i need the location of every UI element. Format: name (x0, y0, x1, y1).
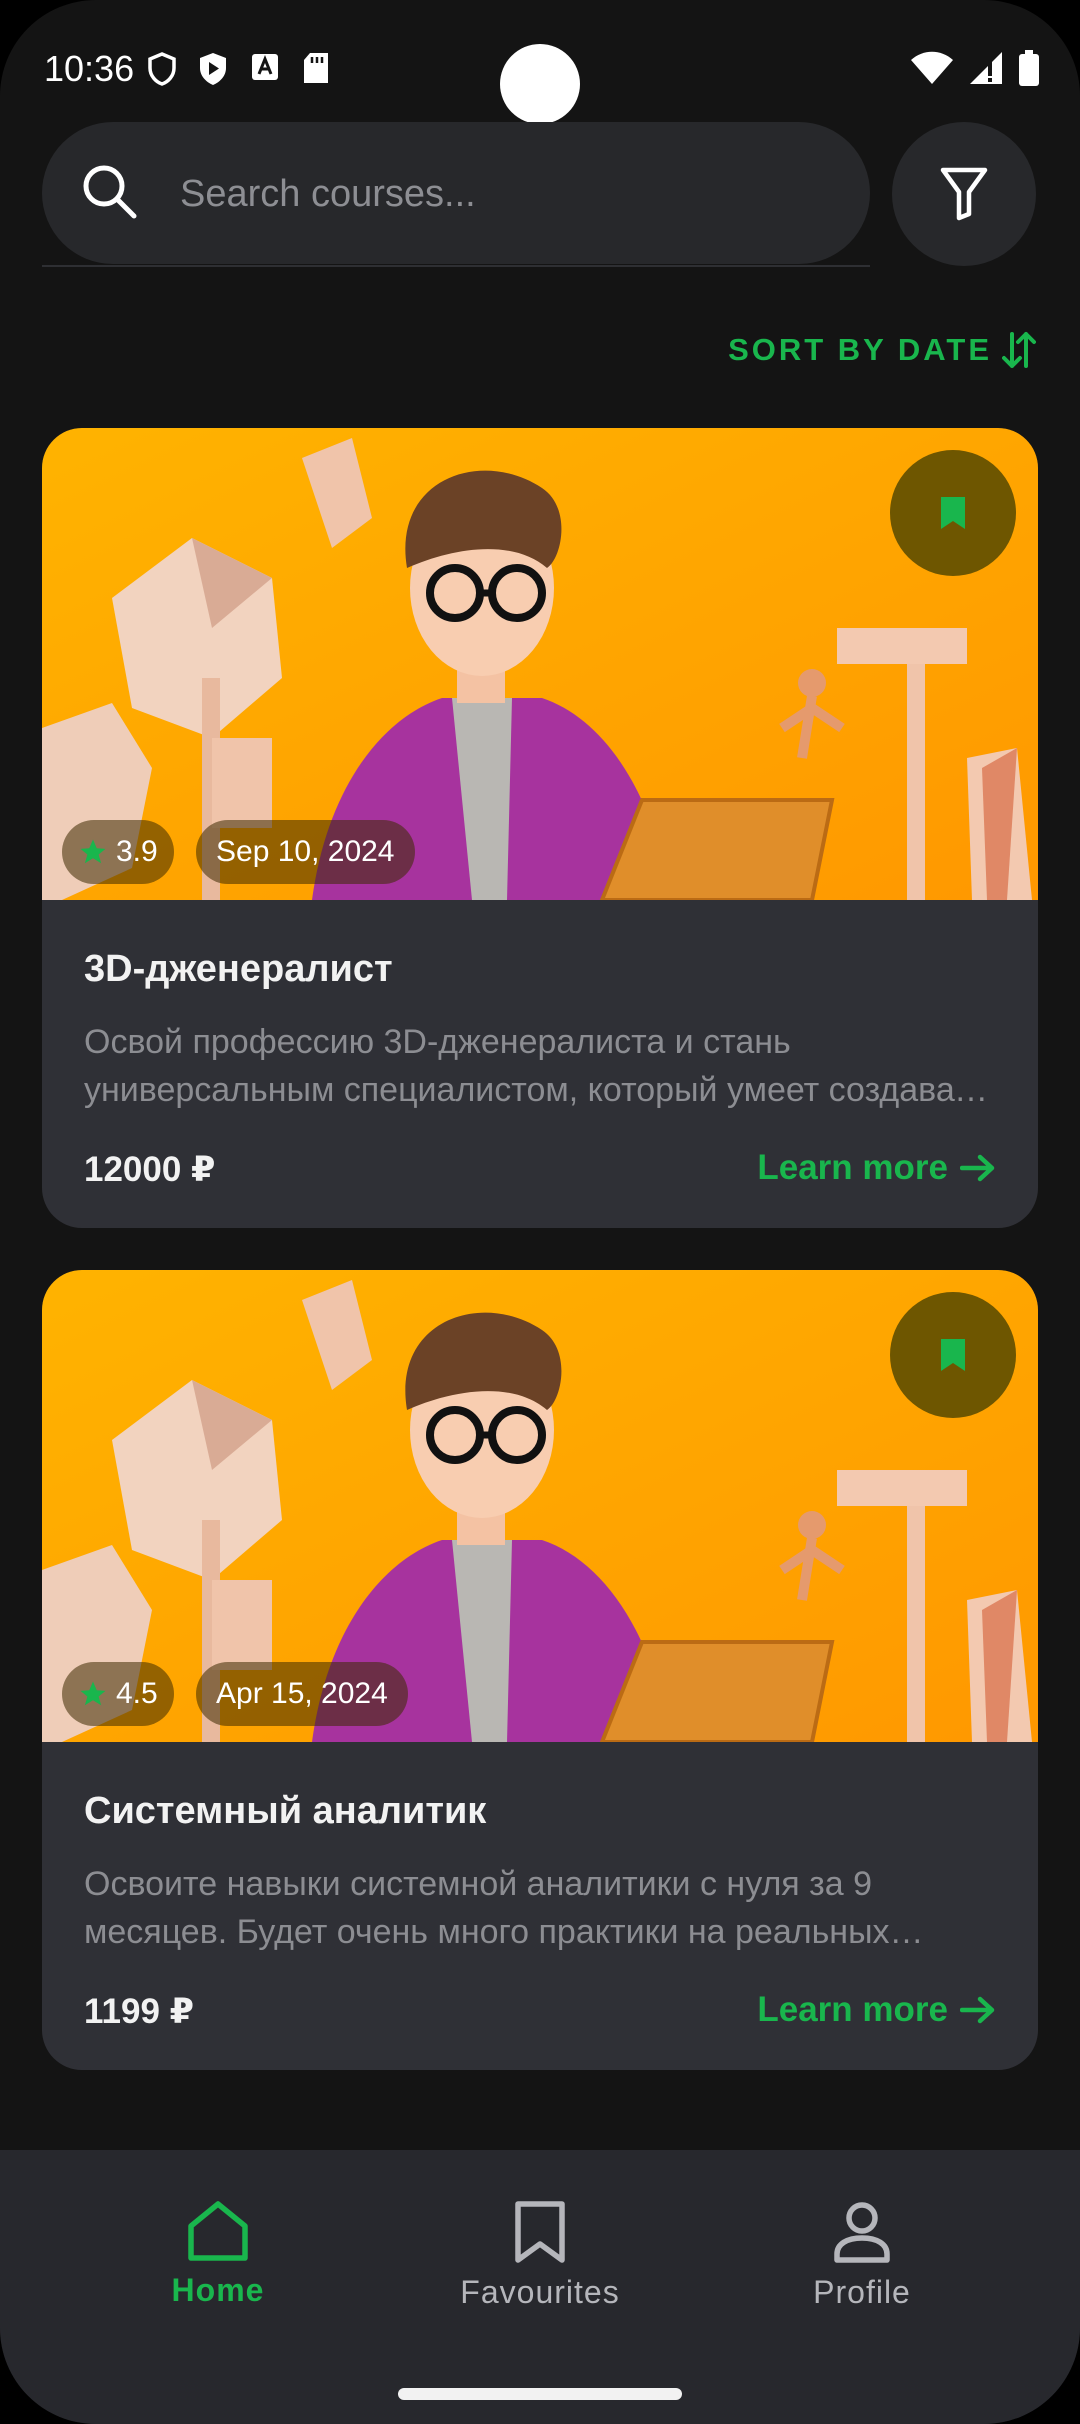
learn-more-label: Learn more (757, 1990, 948, 2029)
filter-button[interactable] (892, 122, 1036, 266)
front-camera (500, 44, 580, 124)
sd-card-icon (304, 53, 328, 83)
gesture-home-indicator[interactable] (398, 2388, 682, 2400)
nav-favourites-label: Favourites (460, 2274, 620, 2310)
notification-icons (148, 52, 330, 86)
status-bar: 10:36 (0, 0, 1080, 140)
sort-by-date-button[interactable]: SORT BY DATE (728, 330, 1036, 370)
learn-more-label: Learn more (757, 1148, 948, 1187)
date-badge: Apr 15, 2024 (196, 1662, 408, 1726)
search-divider (42, 265, 870, 267)
course-price: 1199 ₽ (84, 1992, 195, 2031)
search-input[interactable] (178, 158, 822, 230)
nav-home-label: Home (171, 2272, 265, 2308)
home-icon (188, 2201, 248, 2261)
rating-value: 4.5 (116, 1677, 158, 1710)
learn-more-link[interactable]: Learn more (757, 1148, 996, 1188)
system-icons (910, 50, 1040, 86)
battery-icon (1019, 50, 1039, 86)
shield-icon (148, 52, 176, 86)
bookmark-button[interactable] (890, 450, 1016, 576)
learn-more-link[interactable]: Learn more (757, 1990, 996, 2030)
translate-icon (252, 54, 278, 80)
profile-icon (834, 2202, 890, 2263)
signal-icon (970, 52, 1002, 84)
bottom-navigation: Home Favourites Profile (0, 2150, 1080, 2424)
search-bar[interactable] (42, 122, 870, 264)
course-card[interactable]: 3.9 Sep 10, 2024 3D-дженералист Освой пр… (42, 428, 1038, 1228)
app-screen: 10:36 SORT BY DATE (0, 0, 1080, 2424)
arrow-right-icon (960, 1996, 995, 2024)
rating-badge: 4.5 (62, 1662, 174, 1726)
bookmark-filled-icon (941, 1339, 965, 1371)
wifi-icon (911, 51, 953, 84)
sort-arrows-icon (1002, 332, 1036, 368)
course-price: 12000 ₽ (84, 1150, 216, 1189)
course-cover-image (42, 428, 1038, 900)
filter-icon (940, 167, 988, 221)
nav-profile[interactable]: Profile (742, 2200, 982, 2311)
nav-profile-label: Profile (813, 2274, 911, 2310)
star-icon (80, 1681, 106, 1706)
date-badge: Sep 10, 2024 (196, 820, 415, 884)
rating-value: 3.9 (116, 835, 158, 868)
star-icon (80, 839, 106, 864)
bookmark-button[interactable] (890, 1292, 1016, 1418)
search-icon (83, 165, 137, 219)
nav-favourites[interactable]: Favourites (420, 2200, 660, 2311)
sort-label: SORT BY DATE (728, 332, 992, 367)
course-description: Освоите навыки системной аналитики с нул… (84, 1865, 890, 1951)
bookmark-icon (515, 2201, 565, 2263)
course-card[interactable]: 4.5 Apr 15, 2024 Системный аналитик Осво… (42, 1270, 1038, 2070)
course-cover-image (42, 1270, 1038, 1742)
arrow-right-icon (960, 1154, 995, 1182)
status-time: 10:36 (44, 48, 135, 89)
play-shield-icon (200, 53, 226, 85)
nav-home[interactable]: Home (98, 2200, 338, 2309)
course-title: 3D-дженералист (84, 948, 393, 990)
rating-badge: 3.9 (62, 820, 174, 884)
course-title: Системный аналитик (84, 1790, 487, 1832)
bookmark-filled-icon (941, 497, 965, 529)
course-description: Освой профессию 3D-дженералиста и стань … (84, 1023, 988, 1109)
